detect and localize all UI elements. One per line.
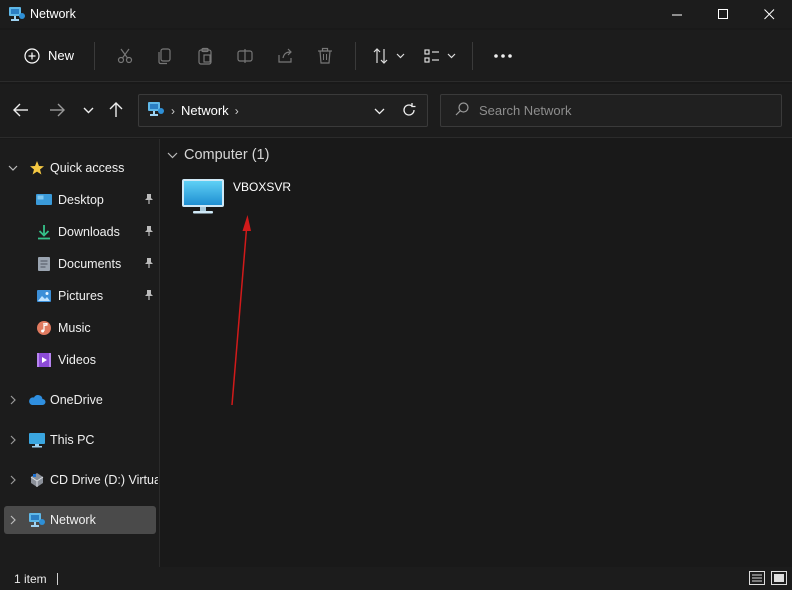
pictures-icon	[35, 287, 53, 305]
status-divider	[56, 572, 58, 585]
sidebar-item-downloads[interactable]: Downloads	[0, 218, 158, 246]
network-icon	[8, 5, 26, 23]
sidebar-item-label: Downloads	[58, 225, 120, 239]
chevron-down-icon[interactable]	[7, 161, 19, 175]
maximize-icon[interactable]	[700, 0, 746, 28]
status-bar: 1 item	[0, 567, 792, 590]
sidebar-item-label: Videos	[58, 353, 96, 367]
chevron-right-icon[interactable]	[7, 513, 19, 527]
copy-icon[interactable]	[145, 38, 185, 74]
cd-drive-icon	[28, 471, 46, 489]
pin-icon	[144, 193, 154, 208]
toolbar-divider	[472, 41, 474, 70]
delete-icon[interactable]	[305, 38, 345, 74]
item-count: 1 item	[14, 571, 47, 586]
chevron-down-icon[interactable]	[167, 152, 178, 159]
sidebar-item-label: This PC	[50, 433, 95, 447]
list-item[interactable]: VBOXSVR	[181, 177, 291, 219]
search-input[interactable]	[479, 103, 759, 118]
chevron-right-icon[interactable]	[7, 433, 19, 447]
minimize-icon[interactable]	[654, 0, 700, 28]
navigation-pane: Quick access Desktop Downloads Documents	[0, 139, 160, 567]
new-button-label: New	[48, 48, 75, 63]
chevron-down-icon	[396, 53, 405, 58]
chevron-right-icon[interactable]	[7, 393, 19, 407]
back-arrow-icon[interactable]	[9, 98, 33, 122]
computer-icon	[181, 177, 225, 220]
sidebar-item-label: Music	[58, 321, 91, 335]
sidebar-item-network[interactable]: Network	[4, 506, 156, 534]
item-label: VBOXSVR	[233, 180, 292, 194]
chevron-down-icon	[447, 53, 456, 58]
chevron-right-icon[interactable]: ›	[171, 104, 175, 118]
search-box[interactable]	[440, 94, 782, 127]
chevron-right-icon[interactable]	[7, 473, 19, 487]
desktop-folder-icon	[35, 191, 53, 209]
documents-icon	[35, 255, 53, 273]
sidebar-item-documents[interactable]: Documents	[0, 250, 158, 278]
sidebar-item-cd-drive[interactable]: CD Drive (D:) VirtualBox Guest Additions	[0, 466, 158, 494]
sidebar-item-label: Desktop	[58, 193, 104, 207]
up-arrow-icon[interactable]	[104, 98, 128, 122]
sidebar-item-videos[interactable]: Videos	[0, 346, 158, 374]
plus-circle-icon	[24, 47, 40, 64]
group-header[interactable]: Computer (1)	[167, 147, 269, 163]
sidebar-item-label: Pictures	[58, 289, 104, 303]
toolbar-divider	[94, 41, 96, 70]
command-bar: New	[0, 30, 792, 82]
sort-button[interactable]	[366, 38, 411, 74]
sidebar-item-pictures[interactable]: Pictures	[0, 282, 158, 310]
forward-arrow-icon[interactable]	[45, 98, 69, 122]
close-icon[interactable]	[746, 0, 792, 28]
more-icon[interactable]	[483, 38, 523, 74]
new-button[interactable]: New	[14, 38, 84, 74]
window-title: Network	[30, 7, 76, 21]
refresh-icon[interactable]	[401, 102, 417, 121]
pin-icon	[144, 289, 154, 304]
network-icon	[147, 101, 165, 120]
address-history-chevron-icon[interactable]	[374, 103, 385, 118]
view-button[interactable]	[417, 38, 462, 74]
file-list-pane: Computer (1) VBOXSVR	[161, 139, 792, 567]
music-icon	[35, 319, 53, 337]
breadcrumb-network[interactable]: Network	[181, 103, 229, 118]
sidebar-item-label: CD Drive (D:) VirtualBox Guest Additions	[50, 473, 158, 487]
sort-icon	[373, 47, 388, 64]
group-title: Computer (1)	[184, 147, 270, 163]
pin-icon	[144, 225, 154, 240]
cut-icon[interactable]	[105, 38, 145, 74]
sidebar-item-label: Documents	[58, 257, 122, 271]
videos-icon	[35, 351, 53, 369]
sidebar-item-onedrive[interactable]: OneDrive	[0, 386, 158, 414]
chevron-right-icon[interactable]: ›	[235, 104, 239, 118]
title-bar: Network	[0, 0, 792, 28]
sidebar-item-this-pc[interactable]: This PC	[0, 426, 158, 454]
pin-icon	[144, 257, 154, 272]
sidebar-item-quick-access[interactable]: Quick access	[0, 154, 158, 182]
cloud-icon	[28, 391, 46, 409]
downloads-icon	[35, 223, 53, 241]
toolbar-divider	[355, 41, 357, 70]
network-icon	[28, 511, 46, 529]
rename-icon[interactable]	[225, 38, 265, 74]
navigation-bar: › Network ›	[0, 84, 792, 138]
paste-icon[interactable]	[185, 38, 225, 74]
sidebar-item-label: Quick access	[50, 161, 125, 175]
view-icon	[424, 48, 440, 63]
search-icon	[455, 102, 469, 119]
recent-locations-chevron-icon[interactable]	[76, 98, 100, 122]
address-bar[interactable]: › Network ›	[138, 94, 428, 127]
pc-icon	[28, 431, 46, 449]
sidebar-item-desktop[interactable]: Desktop	[0, 186, 158, 214]
sidebar-item-label: OneDrive	[50, 393, 103, 407]
star-icon	[28, 159, 46, 177]
sidebar-item-label: Network	[50, 513, 96, 527]
sidebar-item-music[interactable]: Music	[0, 314, 158, 342]
large-icons-view-icon[interactable]	[770, 569, 788, 587]
share-icon[interactable]	[265, 38, 305, 74]
details-view-icon[interactable]	[748, 569, 766, 587]
